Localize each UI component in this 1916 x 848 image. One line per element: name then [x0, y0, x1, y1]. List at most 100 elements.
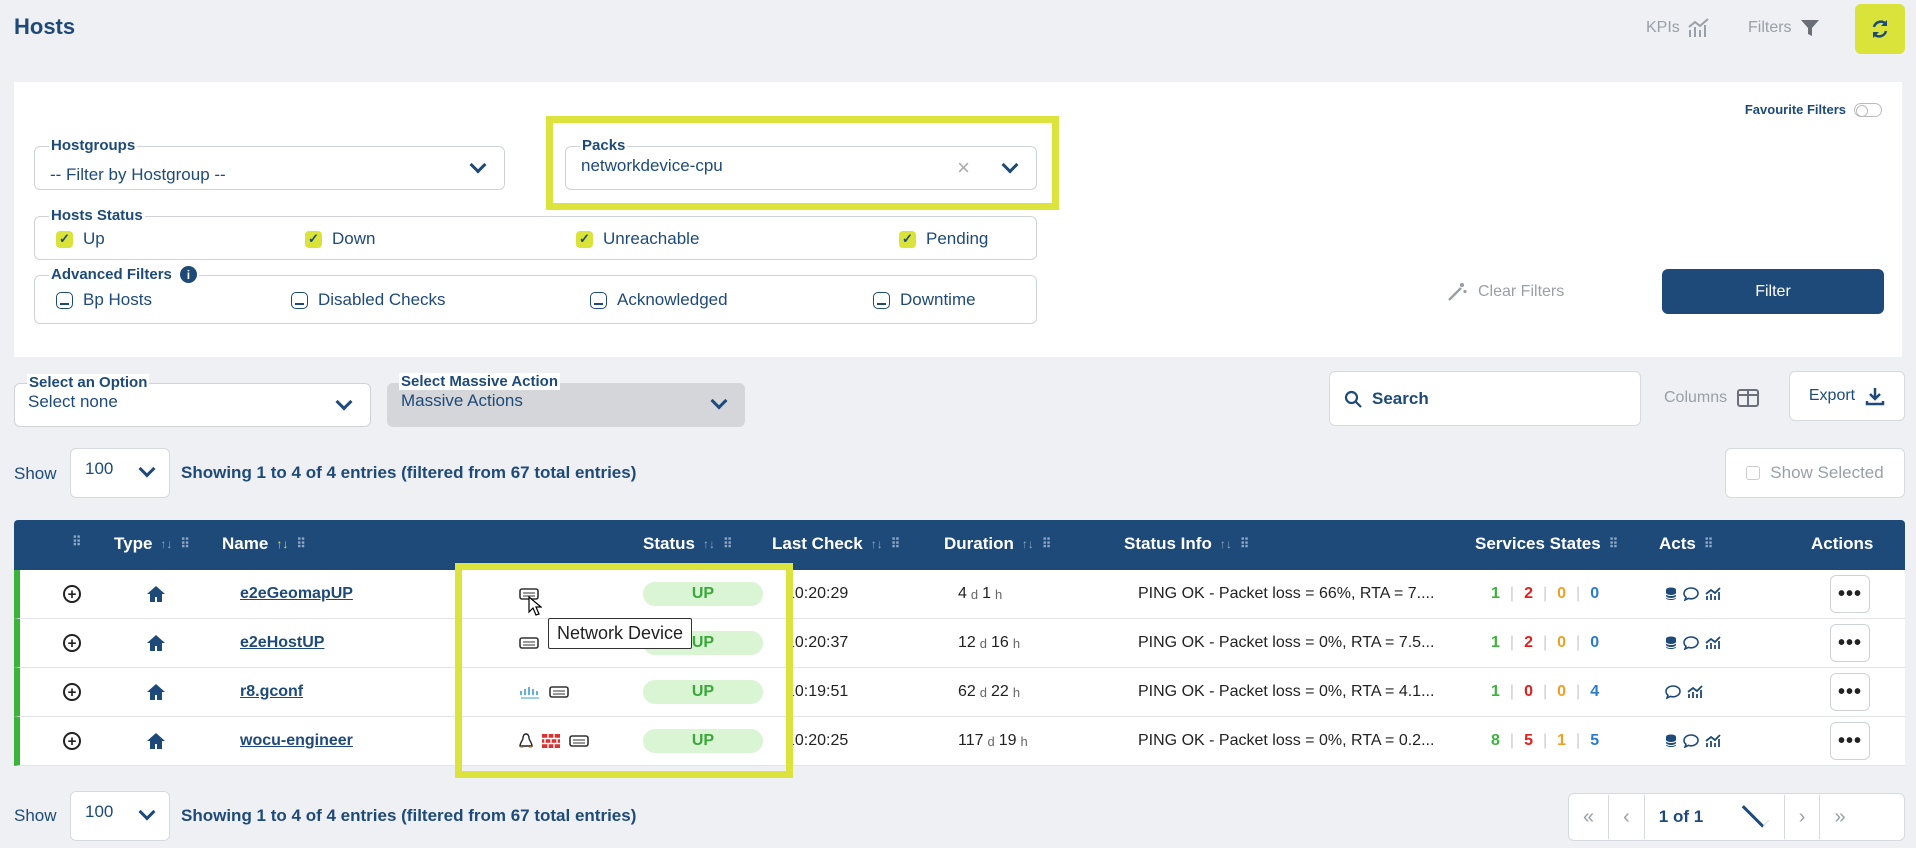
row-actions-button[interactable]: •••	[1830, 673, 1870, 711]
kpis-button[interactable]: KPIs	[1646, 18, 1710, 38]
database-icon[interactable]	[1665, 587, 1677, 601]
service-count[interactable]: 5	[1524, 732, 1533, 750]
entries-from: 1	[256, 806, 267, 825]
page-size-value: 100	[85, 802, 114, 821]
info-icon[interactable]: i	[179, 266, 197, 283]
first-page-icon[interactable]: «	[1569, 795, 1610, 839]
search-input[interactable]: Search	[1329, 371, 1641, 426]
service-count[interactable]: 0	[1590, 634, 1599, 652]
favourite-filters-toggle[interactable]: Favourite Filters	[1745, 102, 1882, 117]
table-row[interactable]: + e2eHostUP UP 10:20:37 12 d 16 h PING OK -…	[14, 619, 1905, 668]
chart-icon[interactable]	[1705, 734, 1721, 748]
expand-row-icon[interactable]: +	[63, 585, 81, 603]
table-row[interactable]: + e2eGeomapUP UP 10:20:29 4d1h PING OK -…	[14, 570, 1905, 619]
disabled-checks-checkbox[interactable]: Disabled Checks	[291, 290, 446, 310]
col-last-check[interactable]: Last Check ↑↓ ⠿	[772, 534, 900, 554]
expand-row-icon[interactable]: +	[63, 732, 81, 750]
clear-selection-icon[interactable]: ×	[957, 155, 970, 181]
duration-hours: 16	[991, 634, 1009, 651]
host-name-link[interactable]: wocu-engineer	[240, 732, 353, 750]
drag-handle-icon: ⠿	[1703, 536, 1713, 551]
service-count[interactable]: 4	[1590, 683, 1599, 701]
service-count[interactable]: 1	[1491, 585, 1500, 603]
service-count[interactable]: 0	[1557, 683, 1566, 701]
chart-icon[interactable]	[1687, 685, 1703, 699]
database-icon[interactable]	[1665, 636, 1677, 650]
service-count[interactable]: 0	[1557, 585, 1566, 603]
service-count[interactable]: 5	[1590, 732, 1599, 750]
checkbox-label: Down	[332, 229, 376, 248]
col-type[interactable]: Type ↑↓ ⠿	[114, 534, 190, 554]
home-icon	[147, 586, 165, 602]
chart-icon[interactable]	[1705, 636, 1721, 650]
downtime-checkbox[interactable]: Downtime	[873, 290, 976, 310]
col-duration[interactable]: Duration ↑↓ ⠿	[944, 534, 1051, 554]
host-name-link[interactable]: e2eHostUP	[240, 634, 324, 652]
col-services-states[interactable]: Services States ⠿	[1475, 534, 1618, 554]
drag-handle-icon[interactable]: ⠿	[72, 534, 81, 550]
host-name-link[interactable]: r8.gconf	[240, 683, 303, 701]
prev-page-icon[interactable]: ‹	[1609, 795, 1645, 839]
filters-button[interactable]: Filters	[1748, 18, 1820, 38]
acknowledged-checkbox[interactable]: Acknowledged	[590, 290, 728, 310]
status-down-checkbox[interactable]: ✓ Down	[305, 229, 375, 249]
comment-icon[interactable]	[1683, 734, 1699, 748]
columns-button[interactable]: Columns	[1664, 389, 1760, 407]
status-up-checkbox[interactable]: ✓ Up	[56, 229, 105, 249]
toggle-switch[interactable]	[1854, 102, 1882, 117]
search-placeholder: Search	[1372, 388, 1429, 408]
row-actions-button[interactable]: •••	[1830, 624, 1870, 662]
service-count[interactable]: 0	[1557, 634, 1566, 652]
hostgroups-select[interactable]: Hostgroups -- Filter by Hostgroup --	[34, 137, 505, 190]
row-actions-button[interactable]: •••	[1830, 575, 1870, 613]
show-selected-button[interactable]: Show Selected	[1725, 448, 1905, 498]
export-button[interactable]: Export	[1789, 371, 1905, 421]
comment-icon[interactable]	[1683, 636, 1699, 650]
comment-icon[interactable]	[1683, 587, 1699, 601]
status-pending-checkbox[interactable]: ✓ Pending	[899, 229, 988, 249]
table-row[interactable]: + r8.gconf UP 10:19:51 62 d 22 h PING OK - …	[14, 668, 1905, 717]
expand-row-icon[interactable]: +	[63, 634, 81, 652]
service-count[interactable]: 2	[1524, 585, 1533, 603]
entries-to: 4	[291, 463, 301, 482]
refresh-button[interactable]	[1855, 4, 1905, 54]
select-option-legend: Select an Option	[27, 374, 150, 391]
duration-unit: h	[1020, 733, 1028, 749]
expand-row-icon[interactable]: +	[63, 683, 81, 701]
page-select[interactable]: 1 of 1	[1645, 795, 1785, 839]
acts	[1665, 570, 1721, 618]
chart-icon[interactable]	[1705, 587, 1721, 601]
kpis-label: KPIs	[1646, 19, 1680, 36]
status-unreachable-checkbox[interactable]: ✓ Unreachable	[576, 229, 699, 249]
database-icon[interactable]	[1665, 734, 1677, 748]
page-text: 1 of 1	[1658, 807, 1704, 826]
service-count[interactable]: 0	[1524, 683, 1533, 701]
duration: 117 d 19 h	[958, 717, 1032, 765]
massive-action-dropdown[interactable]: Select Massive Action Massive Actions	[387, 373, 745, 427]
row-actions-button[interactable]: •••	[1830, 722, 1870, 760]
clear-filters-button[interactable]: Clear Filters	[1446, 281, 1564, 303]
last-page-icon[interactable]: »	[1820, 795, 1859, 839]
table-row[interactable]: + wocu-engineer UP 10:20:25 117 d 19 h PING…	[14, 717, 1905, 766]
packs-select[interactable]: Packs networkdevice-cpu ×	[565, 137, 1037, 190]
service-count[interactable]: 2	[1524, 634, 1533, 652]
entries-suffix: entries (filtered from 67 total entries)	[335, 806, 637, 825]
bp-hosts-checkbox[interactable]: Bp Hosts	[56, 290, 152, 310]
page-size-select[interactable]: 100	[70, 448, 170, 498]
page-size-select[interactable]: 100	[70, 791, 170, 841]
col-acts[interactable]: Acts ⠿	[1659, 534, 1713, 554]
service-count[interactable]: 1	[1491, 683, 1500, 701]
service-count[interactable]: 1	[1557, 732, 1566, 750]
service-count[interactable]: 1	[1491, 634, 1500, 652]
col-status-info[interactable]: Status Info ↑↓ ⠿	[1124, 534, 1249, 554]
select-option-dropdown[interactable]: Select an Option Select none	[14, 374, 371, 427]
col-status[interactable]: Status ↑↓ ⠿	[643, 534, 732, 554]
next-page-icon[interactable]: ›	[1785, 795, 1821, 839]
service-count[interactable]: 8	[1491, 732, 1500, 750]
comment-icon[interactable]	[1665, 685, 1681, 699]
duration-hours: 19	[998, 732, 1017, 749]
service-count[interactable]: 0	[1590, 585, 1599, 603]
filter-button[interactable]: Filter	[1662, 269, 1884, 314]
host-name-link[interactable]: e2eGeomapUP	[240, 585, 353, 603]
col-name[interactable]: Name ↑↓ ⠿	[222, 534, 306, 554]
